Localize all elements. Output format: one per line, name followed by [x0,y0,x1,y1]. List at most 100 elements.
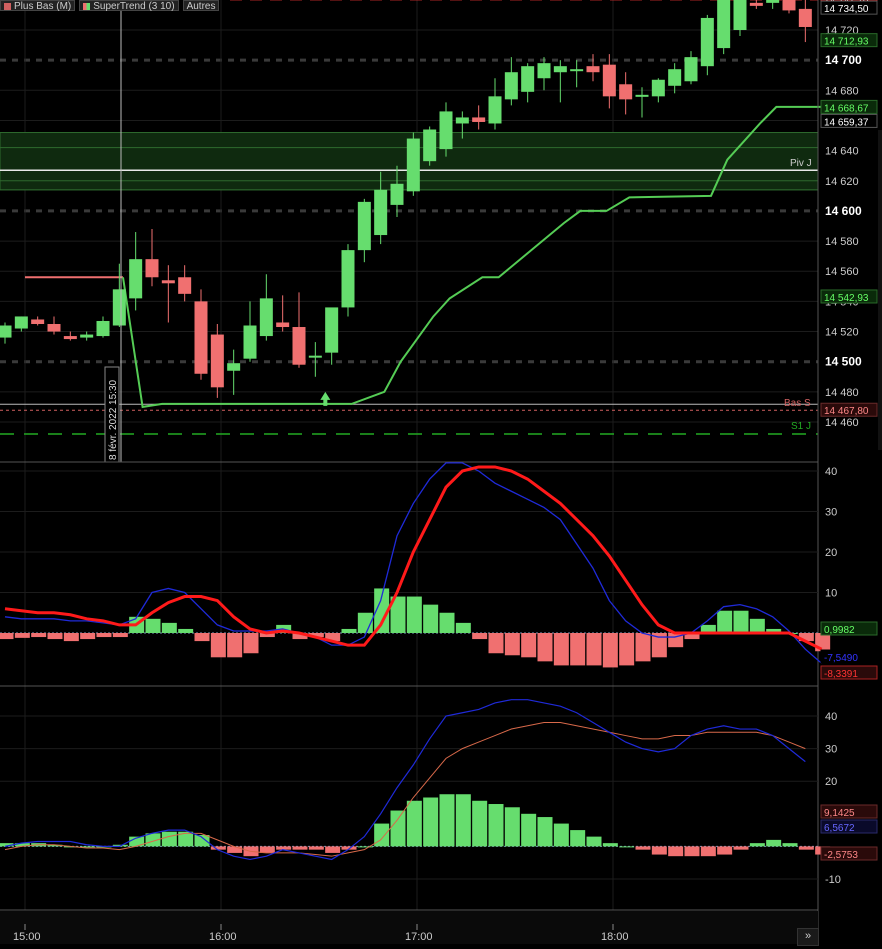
current-price-label: 14 734,50 [820,0,878,15]
price-tick-label: 14 620 [825,176,859,188]
macd-histogram-bar [80,633,96,640]
candle-body [325,307,339,353]
macd-histogram-bar [749,618,765,633]
candle-body [14,316,28,329]
macd-histogram-bar [161,622,177,633]
candle-body [423,129,437,162]
osc-histogram-bar [488,804,504,847]
candle-body [31,319,45,324]
macd-value-label: 0,9982 [820,621,878,636]
green-top-price-label-text: 14 712,93 [824,37,869,48]
macd-histogram-bar [243,633,259,654]
time-tick-label: 16:00 [209,931,237,943]
candle [406,132,420,196]
candle [194,289,208,380]
osc-histogram-bar [602,843,618,847]
candle-body [472,117,486,122]
candle-body [766,0,780,3]
candle-body [0,325,12,338]
macd-histogram-bar [439,612,455,633]
osc-histogram-bar [439,794,455,847]
macd-histogram-bar [423,604,439,633]
osc-histogram-bar [635,846,651,850]
candle-body [357,201,371,251]
candle-body [390,183,404,205]
indicator-legend[interactable]: Plus Bas (M) SuperTrend (3 10) Autres [0,0,220,12]
macd-histogram-bar [194,633,210,642]
macd-histogram-bar [586,633,602,666]
candle-body [63,336,77,340]
candle-body [586,66,600,73]
osc-tick-label: 30 [825,744,837,756]
candle-body [341,250,355,308]
candle-body [602,64,616,97]
osc-histogram-bar [798,846,814,850]
macd-histogram-bar [63,633,79,642]
candle-body [406,138,420,192]
osc-histogram-bar [472,800,488,847]
macd-tick-label: 20 [825,547,837,559]
chart-stage[interactable]: 14 46014 48014 50014 52014 54014 56014 5… [0,0,882,944]
candle [210,324,224,398]
osc-histogram-bar [553,823,569,847]
green-low-price-label: 14 542,93 [820,289,878,304]
candle-body [96,320,110,337]
candle-body [47,324,61,332]
chart-svg[interactable]: 14 46014 48014 50014 52014 54014 56014 5… [0,0,882,944]
osc-tick-label: -10 [825,874,841,886]
candle-body [145,259,159,278]
crosshair-time-label: 8 févr. 2022 15:30 [104,366,120,463]
macd-histogram-bar [504,633,520,656]
price-tick-label: 14 500 [825,355,862,369]
osc-histogram-bar [717,846,733,855]
macd-histogram-bar [210,633,226,658]
right-toolbar-strip[interactable] [878,130,882,450]
macd-signal-value-label-text: -8,3391 [824,669,858,680]
legend-item-autres[interactable]: Autres [182,0,220,12]
osc-histogram-bar [276,846,292,850]
macd-histogram-bar [521,633,537,658]
legend-item-plus-bas[interactable]: Plus Bas (M) [0,0,76,12]
macd-histogram-bar [537,633,553,662]
candle-body [782,0,796,11]
candle-body [504,72,518,100]
price-tick-label: 14 580 [825,236,859,248]
time-tick-label: 15:00 [13,931,41,943]
osc-histogram-bar [423,797,439,847]
pivot-label: Piv J [790,158,812,169]
green-low-price-label-text: 14 542,93 [824,293,869,304]
macd-value-label-text: 0,9982 [824,625,855,636]
candle-body [717,0,731,49]
legend-item-supertrend[interactable]: SuperTrend (3 10) [79,0,179,12]
macd-histogram-bar [570,633,586,666]
white-price-label-text: 14 659,37 [824,117,869,128]
candle-body [798,8,812,27]
osc-histogram-bar [390,810,406,847]
osc-label-c-text: -2,5753 [824,850,858,861]
macd-histogram-bar [717,610,733,633]
current-price-label-text: 14 734,50 [824,4,869,15]
candle-body [439,111,453,150]
scroll-right-button[interactable]: » [797,928,819,946]
osc-histogram-bar [227,846,243,853]
osc-histogram-bar [684,846,700,857]
price-tick-label: 14 600 [825,204,862,218]
macd-histogram-bar [96,633,112,638]
macd-histogram-bar [341,628,357,633]
osc-tick-label: 40 [825,711,837,723]
macd-line-value-label: -7,5490 [820,649,878,664]
osc-histogram-bar [651,846,667,855]
candle-body [733,0,747,31]
candle-body [112,289,126,326]
price-tick-label: 14 680 [825,85,859,97]
macd-histogram-bar [406,596,422,633]
macd-histogram-bar [112,633,128,638]
macd-histogram-bar [227,633,243,658]
candle-body [374,189,388,236]
candle-body [619,84,633,100]
macd-histogram-bar [733,610,749,633]
s1-label: S1 J [791,421,811,432]
osc-histogram-bar [521,813,537,847]
candle-body [749,2,763,6]
macd-histogram-bar [178,628,194,633]
